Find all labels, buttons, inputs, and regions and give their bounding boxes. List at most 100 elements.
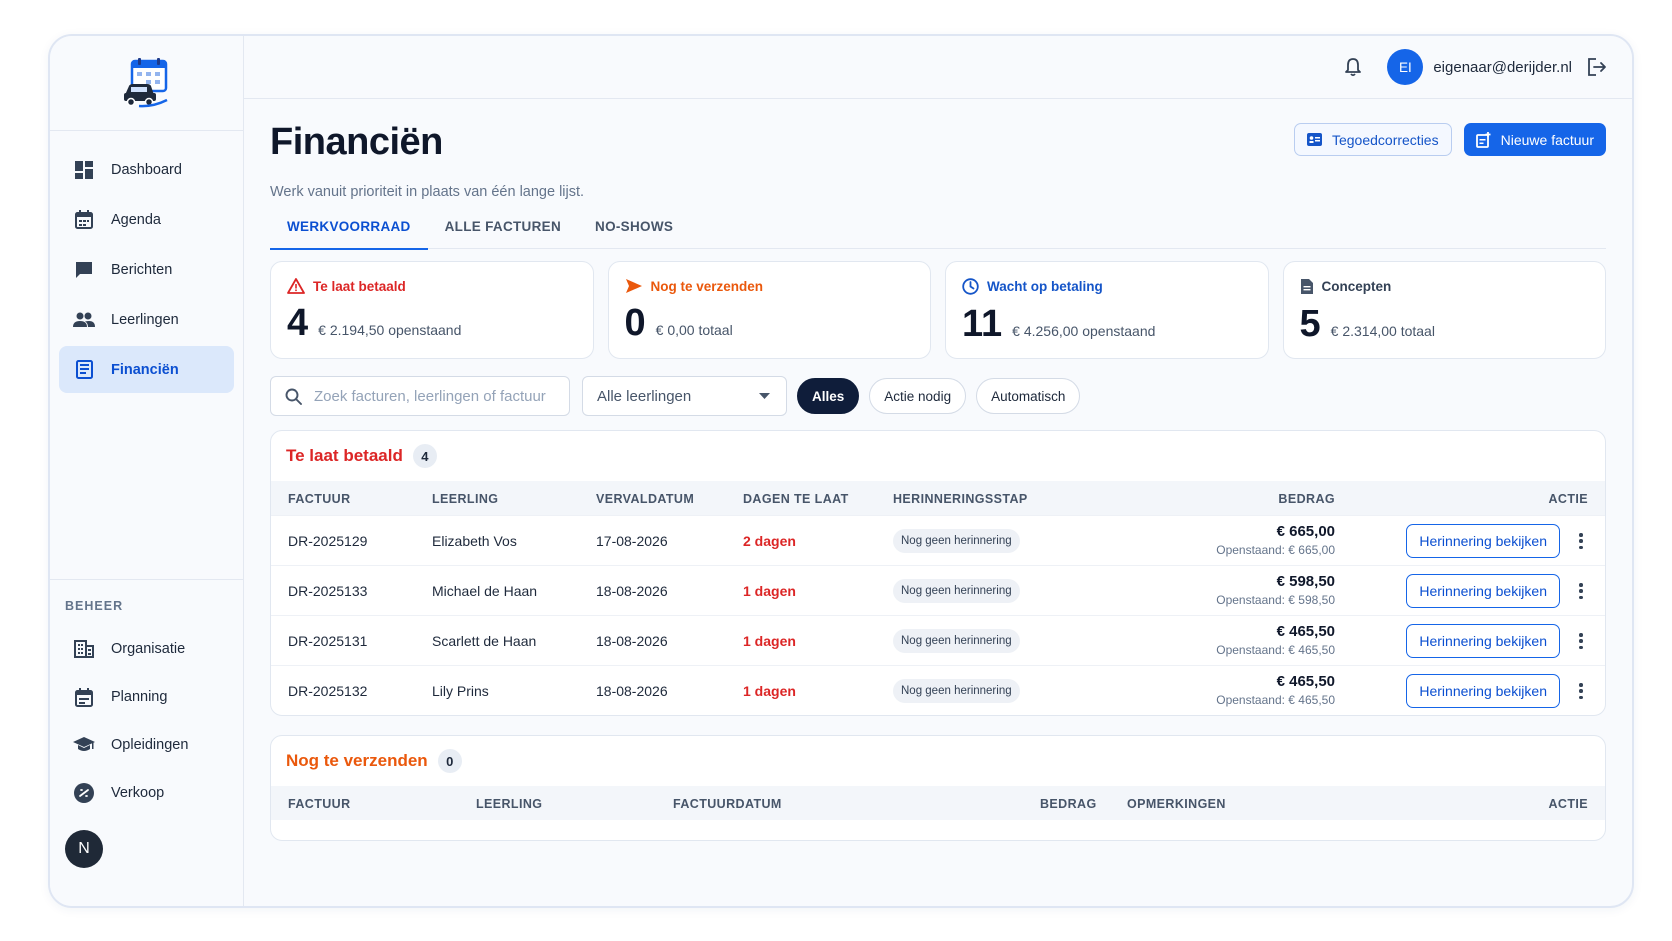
tab-no-shows[interactable]: NO-SHOWS bbox=[578, 211, 690, 248]
planning-icon bbox=[73, 686, 95, 708]
page-subtitle: Werk vanuit prioriteit in plaats van één… bbox=[270, 184, 585, 200]
stat-card-wacht-op-betaling[interactable]: Wacht op betaling 11 € 4.256,00 openstaa… bbox=[945, 261, 1269, 359]
tab-werkvoorraad[interactable]: WERKVOORRAAD bbox=[270, 211, 428, 250]
cell-factuur: DR-2025133 bbox=[288, 583, 368, 599]
col-bedrag[interactable]: BEDRAG bbox=[1278, 492, 1335, 506]
credit-corrections-button[interactable]: Tegoedcorrecties bbox=[1293, 123, 1452, 156]
search-input[interactable]: Zoek facturen, leerlingen of factuur bbox=[270, 376, 570, 416]
id-card-icon bbox=[1306, 133, 1322, 146]
reminder-step-badge: Nog geen herinnering bbox=[893, 579, 1020, 603]
amount-total: € 465,50 bbox=[1276, 623, 1335, 640]
section-header: Te laat betaald 4 bbox=[271, 431, 1605, 481]
sidebar-item-label: Berichten bbox=[111, 261, 173, 278]
cell-leerling: Lily Prins bbox=[432, 683, 489, 699]
stat-value: 4 bbox=[287, 302, 309, 344]
filter-bar: Zoek facturen, leerlingen of factuur All… bbox=[270, 376, 1606, 416]
bell-icon[interactable] bbox=[1341, 55, 1365, 79]
cell-factuur: DR-2025129 bbox=[288, 533, 368, 549]
sidebar-item-opleidingen[interactable]: Opleidingen bbox=[59, 722, 234, 768]
col-leerling[interactable]: LEERLING bbox=[432, 492, 498, 506]
table-header: FACTUUR LEERLING VERVALDATUM DAGEN TE LA… bbox=[271, 481, 1605, 515]
col-vervaldatum[interactable]: VERVALDATUM bbox=[596, 492, 694, 506]
cell-factuur: DR-2025131 bbox=[288, 633, 368, 649]
app-logo[interactable] bbox=[121, 57, 173, 109]
sidebar-item-label: Leerlingen bbox=[111, 311, 179, 328]
main-area: EI eigenaar@derijder.nl Financiën Werk v… bbox=[244, 36, 1632, 906]
chevron-down-icon bbox=[759, 393, 770, 399]
topbar: EI eigenaar@derijder.nl bbox=[244, 36, 1632, 99]
table-row[interactable]: DR-2025133 Michael de Haan 18-08-2026 1 … bbox=[271, 565, 1605, 615]
sidebar-item-label: Dashboard bbox=[111, 161, 182, 178]
building-icon bbox=[73, 638, 95, 660]
filter-chip-actie-nodig[interactable]: Actie nodig bbox=[869, 378, 967, 414]
more-options-icon[interactable] bbox=[1575, 531, 1587, 551]
view-reminder-button[interactable]: Herinnering bekijken bbox=[1406, 674, 1560, 708]
cell-vervaldatum: 18-08-2026 bbox=[596, 583, 668, 599]
stat-description: € 2.194,50 openstaand bbox=[318, 322, 462, 338]
sidebar-item-planning[interactable]: Planning bbox=[59, 674, 234, 720]
more-options-icon[interactable] bbox=[1575, 631, 1587, 651]
account-email[interactable]: eigenaar@derijder.nl bbox=[1433, 59, 1572, 76]
cell-vervaldatum: 18-08-2026 bbox=[596, 633, 668, 649]
col-actie: ACTIE bbox=[1548, 492, 1588, 506]
cell-factuur: DR-2025132 bbox=[288, 683, 368, 699]
table-row[interactable]: DR-2025129 Elizabeth Vos 17-08-2026 2 da… bbox=[271, 515, 1605, 565]
col-factuur[interactable]: FACTUUR bbox=[288, 797, 351, 811]
sidebar-item-berichten[interactable]: Berichten bbox=[59, 246, 234, 293]
table-row[interactable]: DR-2025132 Lily Prins 18-08-2026 1 dagen… bbox=[271, 665, 1605, 715]
tab-alle-facturen[interactable]: ALLE FACTUREN bbox=[428, 211, 578, 248]
stat-card-concepten[interactable]: Concepten 5 € 2.314,00 totaal bbox=[1282, 261, 1606, 359]
student-select[interactable]: Alle leerlingen bbox=[582, 376, 787, 416]
view-reminder-button[interactable]: Herinnering bekijken bbox=[1406, 574, 1560, 608]
sidebar-item-label: Agenda bbox=[111, 211, 161, 228]
sidebar-item-verkoop[interactable]: Verkoop bbox=[59, 770, 234, 816]
reminder-step-badge: Nog geen herinnering bbox=[893, 529, 1020, 553]
late-invoices-section: Te laat betaald 4 FACTUUR LEERLING VERVA… bbox=[270, 430, 1606, 716]
user-avatar[interactable]: N bbox=[65, 830, 103, 868]
main-nav: Dashboard Agenda Berichten Leerlingen Fi… bbox=[50, 131, 243, 393]
stat-label: Te laat betaald bbox=[313, 278, 406, 294]
sidebar-item-leerlingen[interactable]: Leerlingen bbox=[59, 296, 234, 343]
sidebar-item-organisatie[interactable]: Organisatie bbox=[59, 626, 234, 672]
col-herinneringsstap[interactable]: HERINNERINGSSTAP bbox=[893, 492, 1028, 506]
sidebar-item-label: Verkoop bbox=[111, 785, 165, 801]
sidebar-item-label: Opleidingen bbox=[111, 737, 189, 753]
new-invoice-button[interactable]: Nieuwe factuur bbox=[1463, 123, 1606, 156]
sidebar-item-agenda[interactable]: Agenda bbox=[59, 196, 234, 243]
sidebar-item-dashboard[interactable]: Dashboard bbox=[59, 146, 234, 193]
stat-card-te-laat[interactable]: Te laat betaald 4 € 2.194,50 openstaand bbox=[270, 261, 594, 359]
stat-description: € 4.256,00 openstaand bbox=[1012, 323, 1156, 339]
cell-vervaldatum: 17-08-2026 bbox=[596, 533, 668, 549]
stat-value: 5 bbox=[1299, 303, 1321, 345]
view-reminder-button[interactable]: Herinnering bekijken bbox=[1406, 624, 1560, 658]
stat-description: € 2.314,00 totaal bbox=[1330, 323, 1435, 339]
amount-total: € 465,50 bbox=[1276, 673, 1335, 690]
sidebar-item-financien[interactable]: Financiën bbox=[59, 346, 234, 393]
col-leerling[interactable]: LEERLING bbox=[476, 797, 542, 811]
amount-outstanding: Openstaand: € 665,00 bbox=[1216, 543, 1335, 557]
col-opmerkingen[interactable]: OPMERKINGEN bbox=[1127, 797, 1226, 811]
filter-chip-automatisch[interactable]: Automatisch bbox=[976, 378, 1081, 414]
tab-bar: WERKVOORRAAD ALLE FACTUREN NO-SHOWS bbox=[270, 211, 1606, 250]
cell-leerling: Scarlett de Haan bbox=[432, 633, 537, 649]
stat-card-nog-te-verzenden[interactable]: Nog te verzenden 0 € 0,00 totaal bbox=[607, 261, 931, 359]
cell-dagen: 1 dagen bbox=[743, 583, 796, 599]
cell-bedrag: € 665,00 Openstaand: € 665,00 bbox=[1216, 523, 1335, 557]
sidebar-item-label: Organisatie bbox=[111, 641, 186, 657]
col-factuurdatum[interactable]: FACTUURDATUM bbox=[673, 797, 782, 811]
col-factuur[interactable]: FACTUUR bbox=[288, 492, 351, 506]
cell-bedrag: € 598,50 Openstaand: € 598,50 bbox=[1216, 573, 1335, 607]
account-avatar[interactable]: EI bbox=[1387, 49, 1424, 85]
col-bedrag[interactable]: BEDRAG bbox=[1040, 797, 1097, 811]
view-reminder-button[interactable]: Herinnering bekijken bbox=[1406, 524, 1560, 558]
unsent-invoices-section: Nog te verzenden 0 FACTUUR LEERLING FACT… bbox=[270, 735, 1606, 841]
col-actie: ACTIE bbox=[1548, 797, 1588, 811]
col-dagen-te-laat[interactable]: DAGEN TE LAAT bbox=[743, 492, 849, 506]
table-row[interactable]: DR-2025131 Scarlett de Haan 18-08-2026 1… bbox=[271, 615, 1605, 665]
filter-chip-alles[interactable]: Alles bbox=[797, 378, 860, 414]
amount-total: € 665,00 bbox=[1276, 523, 1335, 540]
more-options-icon[interactable] bbox=[1575, 681, 1587, 701]
amount-total: € 598,50 bbox=[1276, 573, 1335, 590]
more-options-icon[interactable] bbox=[1575, 581, 1587, 601]
logout-icon[interactable] bbox=[1586, 56, 1608, 78]
